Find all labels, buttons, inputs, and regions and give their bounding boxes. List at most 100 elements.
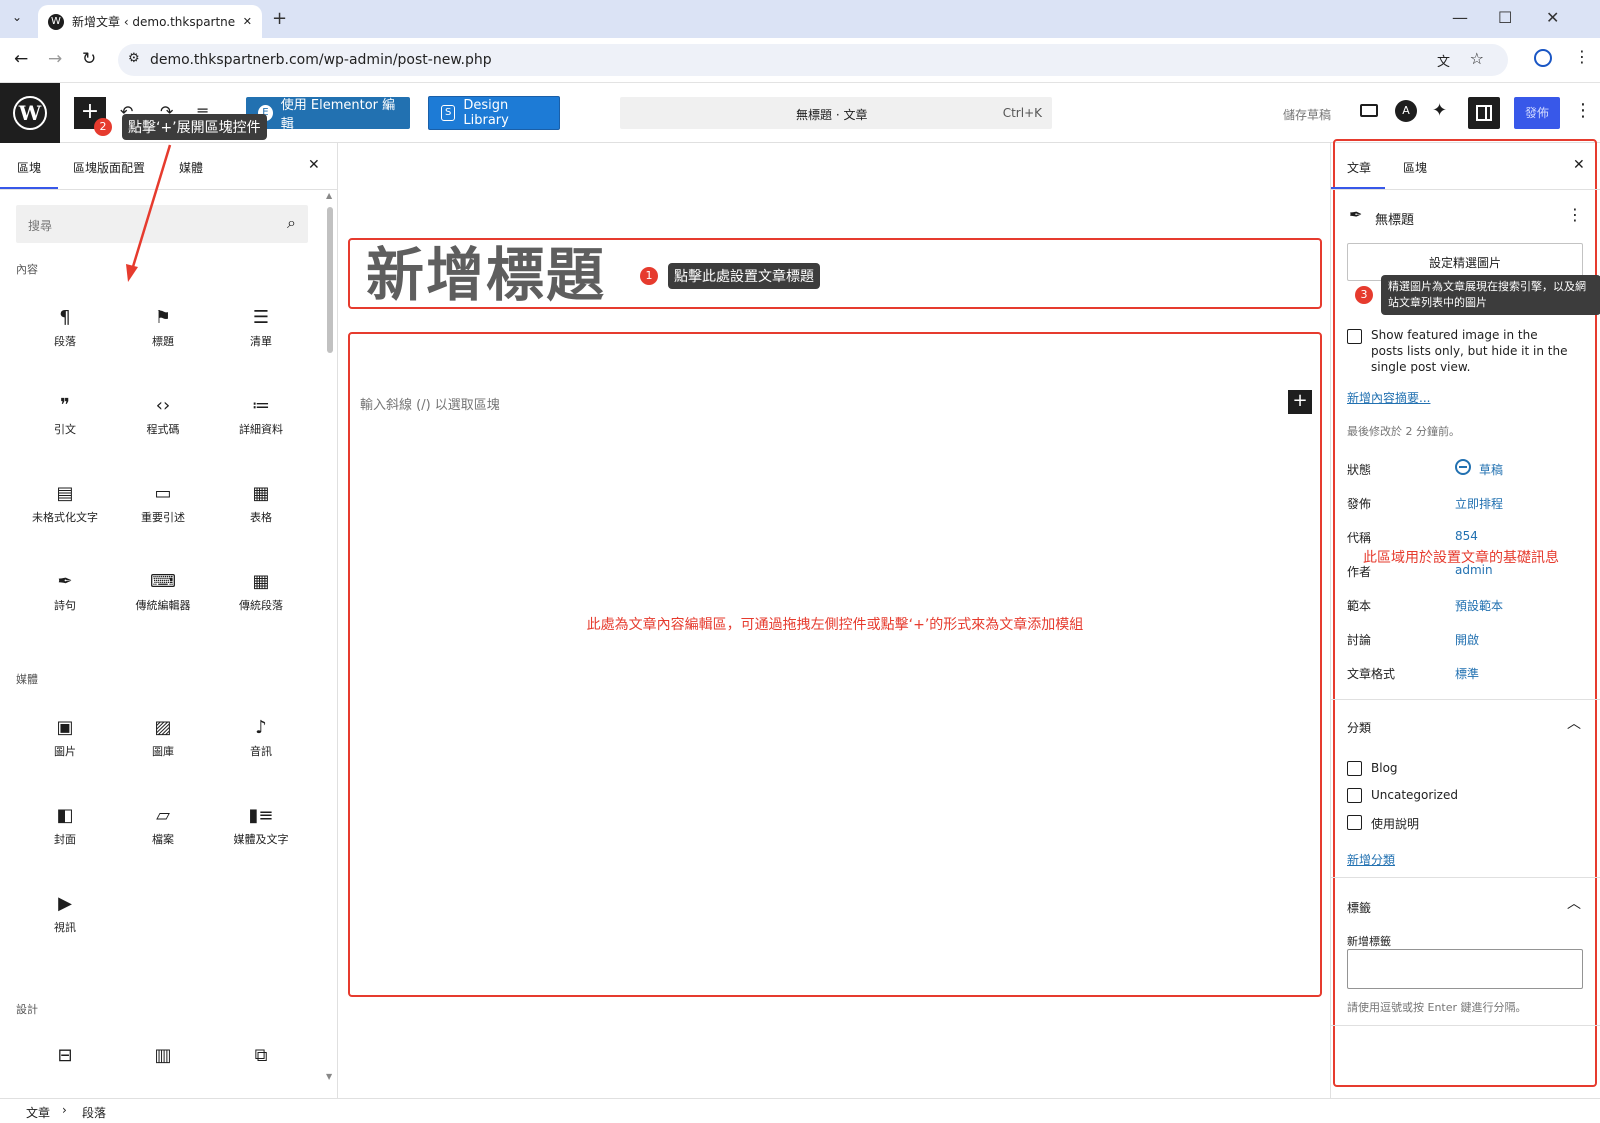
design-library-button[interactable]: S Design Library — [428, 96, 560, 130]
stack-icon: ⧉ — [254, 1045, 268, 1066]
maximize-button[interactable]: ☐ — [1498, 8, 1512, 27]
block-group[interactable]: ⊟ — [16, 1041, 114, 1071]
template-value[interactable]: 預設範本 — [1455, 597, 1503, 614]
block-quote[interactable]: ❞ 引文 — [16, 391, 114, 437]
block-list[interactable]: ☰ 清單 — [212, 303, 310, 349]
browser-menu-icon[interactable]: ⋮ — [1574, 47, 1590, 66]
block-label: 標題 — [152, 335, 174, 348]
settings-sidebar: 文章 區塊 ✕ ✒ 無標題 ⋮ 設定精選圖片 3 精選圖片為文章展現在搜索引擎，… — [1330, 139, 1600, 1098]
body-placeholder[interactable]: 輸入斜線 (/) 以選取區塊 — [360, 394, 500, 413]
block-gallery[interactable]: ▨ 圖庫 — [114, 713, 212, 759]
inline-add-block-button[interactable]: + — [1288, 390, 1312, 414]
block-details[interactable]: ≔ 詳細資料 — [212, 391, 310, 437]
block-video[interactable]: ▶ 視訊 — [16, 889, 114, 935]
minimize-button[interactable]: — — [1452, 8, 1468, 27]
browser-tab-strip: ⌄ W 新增文章 ‹ demo.thkspartnerb ✕ + — ☐ ✕ — [0, 0, 1600, 38]
media-text-icon: ▮≡ — [248, 805, 274, 826]
tab-search-icon[interactable]: ⌄ — [12, 10, 22, 24]
block-label: 圖庫 — [152, 745, 174, 758]
save-draft-button[interactable]: 儲存草稿 — [1283, 106, 1331, 123]
status-value[interactable]: 草稿 — [1479, 461, 1503, 478]
block-file[interactable]: ▱ 檔案 — [114, 801, 212, 847]
reload-icon[interactable]: ↻ — [82, 49, 96, 69]
publish-value[interactable]: 立即排程 — [1455, 495, 1503, 512]
post-actions-icon[interactable]: ⋮ — [1567, 205, 1583, 224]
block-table[interactable]: ▦ 表格 — [212, 479, 310, 525]
tags-input[interactable] — [1347, 949, 1583, 989]
add-category-link[interactable]: 新增分類 — [1347, 851, 1395, 868]
site-info-icon[interactable]: ⚙ — [128, 51, 140, 66]
block-label: 視訊 — [54, 921, 76, 934]
marker-1: 1 — [640, 267, 658, 285]
slug-value[interactable]: 854 — [1455, 529, 1478, 543]
settings-toggle-icon[interactable] — [1468, 97, 1500, 129]
list-icon: ☰ — [252, 307, 270, 328]
bookmark-star-icon[interactable]: ☆ — [1470, 49, 1484, 68]
sparkle-icon[interactable]: ✦ — [1432, 100, 1447, 121]
ai-assistant-icon[interactable]: A — [1395, 100, 1417, 122]
add-excerpt-link[interactable]: 新增內容摘要... — [1347, 389, 1430, 406]
breadcrumb-item[interactable]: 文章 — [26, 1104, 50, 1121]
chevron-up-icon[interactable]: ︿ — [1567, 713, 1581, 733]
new-tab-button[interactable]: + — [272, 8, 287, 29]
categories-toggle[interactable]: 分類 — [1347, 719, 1371, 736]
publish-button[interactable]: 發佈 — [1514, 97, 1560, 129]
category-checkbox-blog[interactable] — [1347, 761, 1362, 776]
block-classic-paragraph[interactable]: ▦ 傳統段落 — [212, 567, 310, 613]
block-audio[interactable]: ♪ 音訊 — [212, 713, 310, 759]
post-title-input[interactable]: 新增標題 — [366, 244, 606, 306]
options-menu-icon[interactable]: ⋮ — [1574, 100, 1592, 121]
content-box[interactable]: 輸入斜線 (/) 以選取區塊 + 此處為文章內容編輯區，可通過拖拽左側控件或點擊… — [348, 332, 1322, 997]
block-paragraph[interactable]: ¶ 段落 — [16, 303, 114, 349]
block-verse[interactable]: ✒ 詩句 — [16, 567, 114, 613]
tab-blocks[interactable]: 區塊 — [17, 159, 41, 176]
block-columns[interactable]: ▥ — [114, 1041, 212, 1071]
tab-block[interactable]: 區塊 — [1403, 159, 1427, 176]
block-preformatted[interactable]: ▤ 未格式化文字 — [16, 479, 114, 525]
marker-2: 2 — [94, 118, 112, 136]
block-image[interactable]: ▣ 圖片 — [16, 713, 114, 759]
inserter-scrollbar[interactable]: ▲ ▼ — [326, 191, 334, 1081]
discussion-value[interactable]: 開啟 — [1455, 631, 1479, 648]
post-format-value[interactable]: 標準 — [1455, 665, 1479, 682]
command-palette-bar[interactable]: 無標題 · 文章 Ctrl+K — [620, 97, 1052, 129]
block-code[interactable]: ‹› 程式碼 — [114, 391, 212, 437]
block-label: 程式碼 — [146, 423, 180, 436]
block-label: 圖片 — [54, 745, 76, 758]
tab-post[interactable]: 文章 — [1347, 159, 1371, 176]
elementor-edit-button[interactable]: E 使用 Elementor 編輯 — [246, 97, 410, 132]
category-checkbox-uncategorized[interactable] — [1347, 788, 1362, 803]
block-cover[interactable]: ◧ 封面 — [16, 801, 114, 847]
url-field[interactable]: ⚙ demo.thkspartnerb.com/wp-admin/post-ne… — [118, 44, 1508, 76]
close-settings-icon[interactable]: ✕ — [1573, 157, 1585, 173]
forward-icon[interactable]: → — [48, 49, 62, 69]
block-pullquote[interactable]: ▭ 重要引述 — [114, 479, 212, 525]
tab-media[interactable]: 媒體 — [179, 159, 203, 176]
browser-tab[interactable]: W 新增文章 ‹ demo.thkspartnerb ✕ — [38, 5, 262, 38]
tab-close-icon[interactable]: ✕ — [243, 15, 252, 28]
code-icon: ‹› — [155, 395, 171, 416]
block-label: 媒體及文字 — [233, 833, 289, 846]
breadcrumb-separator-icon: › — [62, 1103, 67, 1117]
chevron-up-icon[interactable]: ︿ — [1567, 893, 1581, 913]
template-label: 範本 — [1347, 599, 1372, 613]
window-close-button[interactable]: ✕ — [1546, 8, 1559, 27]
category-checkbox-guide[interactable] — [1347, 815, 1362, 830]
block-label: 詩句 — [54, 599, 76, 612]
profile-icon[interactable] — [1534, 49, 1552, 67]
breadcrumb-item[interactable]: 段落 — [82, 1104, 106, 1121]
block-stack[interactable]: ⧉ — [212, 1041, 310, 1071]
block-heading[interactable]: ⚑ 標題 — [114, 303, 212, 349]
featured-image-checkbox[interactable] — [1347, 329, 1362, 344]
wordpress-logo-icon[interactable]: W — [0, 83, 60, 143]
marker-3: 3 — [1355, 286, 1373, 304]
title-box[interactable]: 新增標題 — [348, 238, 1322, 309]
back-icon[interactable]: ← — [14, 49, 28, 69]
preview-icon[interactable] — [1360, 104, 1378, 117]
block-classic-editor[interactable]: ⌨ 傳統編輯器 — [114, 567, 212, 613]
close-inserter-icon[interactable]: ✕ — [308, 157, 320, 173]
block-media-text[interactable]: ▮≡ 媒體及文字 — [212, 801, 310, 847]
translate-icon[interactable]: 文 — [1437, 51, 1450, 70]
details-icon: ≔ — [252, 395, 270, 416]
tags-toggle[interactable]: 標籤 — [1347, 899, 1371, 916]
